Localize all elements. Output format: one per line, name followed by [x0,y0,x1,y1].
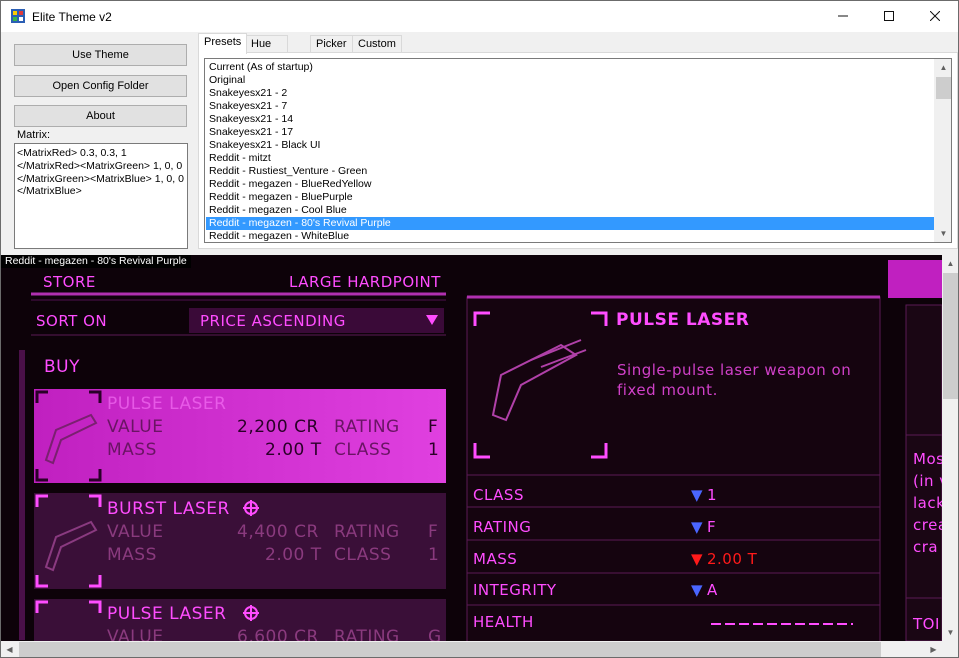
side-text: crea [913,516,942,534]
open-config-folder-button[interactable]: Open Config Folder [14,75,187,97]
card-mass: 2.00 T [265,545,322,565]
detail-title: PULSE LASER [616,310,750,330]
preset-list-item[interactable]: Reddit - megazen - WhiteBlue [206,230,936,242]
scroll-corner [942,641,958,657]
preset-list-item[interactable]: Reddit - megazen - 80's Revival Purple [206,217,936,230]
use-theme-button[interactable]: Use Theme [14,44,187,66]
close-icon[interactable] [912,1,958,32]
stat-value: 2.00 T [707,550,758,568]
preset-list-item[interactable]: Snakeyesx21 - 2 [206,87,936,100]
theme-preview: Reddit - megazen - 80's Revival Purple S… [1,255,942,641]
card-rating: F [428,417,439,437]
presets-scrollbar[interactable]: ▲ ▼ [934,59,951,242]
preset-list-item[interactable]: Reddit - mitzt [206,152,936,165]
detail-description: Single-pulse laser weapon on [617,361,852,379]
down-arrow-icon: ▼ [691,518,704,536]
card-value: 4,400 CR [237,522,319,542]
large-hardpoint-heading: LARGE HARDPOINT [289,273,441,291]
stat-value: A [707,581,718,599]
preset-list-item[interactable]: Snakeyesx21 - 17 [206,126,936,139]
store-heading: STORE [43,273,96,291]
preset-list-item[interactable]: Original [206,74,936,87]
card-class: 1 [428,545,440,565]
stat-label: RATING [473,518,532,536]
down-arrow-icon: ▼ [691,486,704,504]
minimize-icon[interactable] [820,1,866,32]
scroll-down-icon[interactable]: ▼ [942,624,958,641]
tab-picker[interactable]: Picker [310,35,353,53]
app-window: Elite Theme v2 Use Theme Open Config Fol… [0,0,959,658]
side-text: (in v [913,472,942,490]
card-name[interactable]: PULSE LASER [107,394,226,414]
card-rating: G [428,627,442,641]
card-class-label: CLASS [334,545,392,565]
preset-list-item[interactable]: Reddit - megazen - BlueRedYellow [206,178,936,191]
about-button[interactable]: About [14,105,187,127]
card-rating-label: RATING [334,417,400,437]
buy-heading: BUY [44,357,80,377]
presets-panel: Current (As of startup) Original Snakeyesx… [198,52,958,249]
preview-vertical-scrollbar[interactable]: ▲ ▼ [942,255,958,641]
card-name[interactable]: BURST LASER [107,499,230,519]
preset-list-item[interactable]: Reddit - megazen - Cool Blue [206,204,936,217]
side-text: cra [913,538,939,556]
card-value: 6,600 CR [237,627,319,641]
preview-horizontal-scrollbar[interactable]: ◀ ▶ [1,641,942,657]
preset-list-item[interactable]: Snakeyesx21 - 7 [206,100,936,113]
card-value: 2,200 CR [237,417,319,437]
side-text: Mos [913,450,942,468]
title-bar: Elite Theme v2 [1,1,958,32]
card-mass-label: MASS [107,545,157,565]
down-arrow-icon: ▼ [691,581,704,599]
detail-description: fixed mount. [617,381,718,399]
scroll-right-icon[interactable]: ▶ [925,641,942,657]
matrix-textbox[interactable]: <MatrixRed> 0.3, 0.3, 1 </MatrixRed><Mat… [14,143,188,249]
stat-label: CLASS [473,486,524,504]
scroll-up-icon[interactable]: ▲ [935,59,951,76]
preset-list-item[interactable]: Current (As of startup) [206,61,936,74]
card-class-label: CLASS [334,440,392,460]
sort-on-label: SORT ON [36,312,108,330]
maximize-icon[interactable] [866,1,912,32]
card-value-label: VALUE [107,627,164,641]
presets-list[interactable]: Current (As of startup) Original Snakeyesx… [204,58,952,243]
card-name[interactable]: PULSE LASER [107,604,226,624]
preset-list-item[interactable]: Snakeyesx21 - 14 [206,113,936,126]
stat-value: F [707,518,717,536]
scroll-down-icon[interactable]: ▼ [935,225,951,242]
matrix-label: Matrix: [17,129,50,141]
stat-label: INTEGRITY [473,581,557,599]
app-icon [11,9,25,23]
scroll-up-icon[interactable]: ▲ [942,255,958,272]
scroll-thumb[interactable] [936,77,951,99]
card-value-label: VALUE [107,522,164,542]
preview-label: Reddit - megazen - 80's Revival Purple [1,255,191,268]
card-value-label: VALUE [107,417,164,437]
card-class: 1 [428,440,440,460]
sort-dropdown[interactable]: PRICE ASCENDING [200,312,346,330]
card-rating-label: RATING [334,627,400,641]
side-text: TOI [913,615,940,633]
scroll-thumb[interactable] [19,642,881,657]
preset-list-item[interactable]: Snakeyesx21 - Black UI [206,139,936,152]
scroll-left-icon[interactable]: ◀ [1,641,18,657]
preset-list-item[interactable]: Reddit - Rustiest_Venture - Green [206,165,936,178]
stat-value: 1 [707,486,718,504]
down-arrow-icon: ▼ [691,550,704,568]
tab-hue-picker[interactable]: Hue Picker [245,35,288,67]
stat-label: MASS [473,550,518,568]
card-rating: F [428,522,439,542]
preset-list-item[interactable]: Reddit - megazen - BluePurple [206,191,936,204]
stat-label: HEALTH [473,613,534,631]
window-title: Elite Theme v2 [32,10,112,24]
card-mass: 2.00 T [265,440,322,460]
scroll-thumb[interactable] [943,273,958,399]
side-text: lack [913,494,942,512]
card-mass-label: MASS [107,440,157,460]
tab-custom[interactable]: Custom [352,35,402,53]
tab-presets[interactable]: Presets [198,33,248,54]
card-rating-label: RATING [334,522,400,542]
